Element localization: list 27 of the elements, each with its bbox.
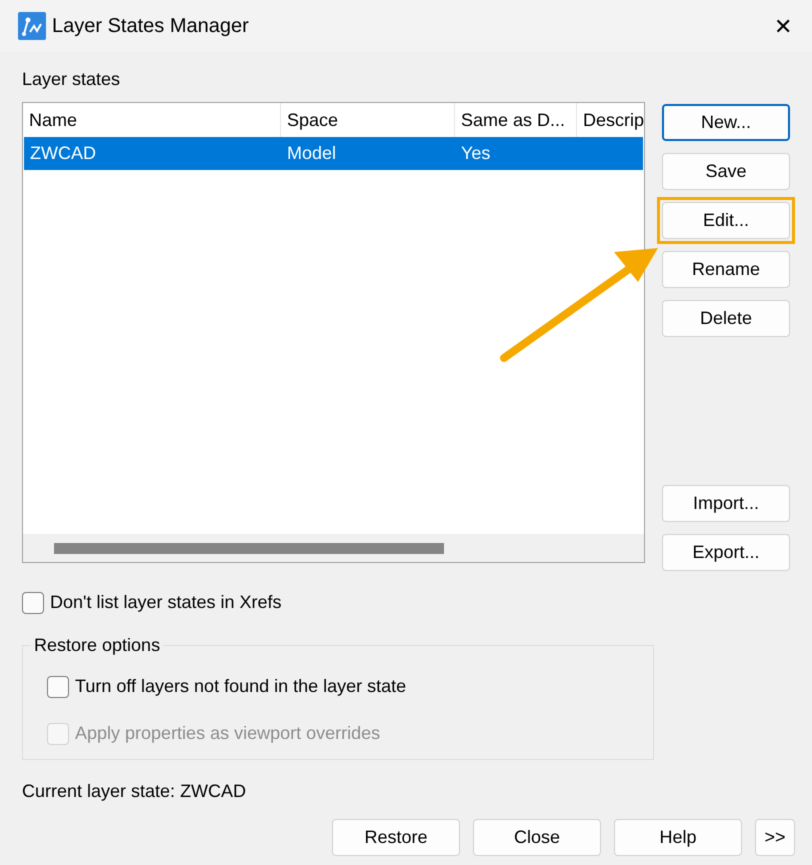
section-label: Layer states <box>22 68 122 91</box>
checkbox-label: Turn off layers not found in the layer state <box>75 675 406 698</box>
checkbox-label: Apply properties as viewport overrides <box>75 722 380 745</box>
list-row[interactable]: ZWCAD Model Yes <box>24 137 643 170</box>
dialog-button[interactable]: Rename <box>662 251 790 288</box>
scrollbar-thumb[interactable] <box>54 542 444 554</box>
dialog-button[interactable]: New... <box>662 104 790 141</box>
dialog-button[interactable]: Restore <box>332 819 460 856</box>
checkbox[interactable] <box>22 592 44 614</box>
close-button[interactable]: ✕ <box>774 10 792 42</box>
app-icon <box>18 12 46 40</box>
current-state-label: Current layer state: ZWCAD <box>22 780 248 803</box>
dialog-button[interactable]: Edit... <box>662 202 790 239</box>
dialog-button[interactable]: Import... <box>662 485 790 522</box>
table-cell: Yes <box>461 143 490 163</box>
dialog-button[interactable]: >> <box>755 819 795 856</box>
checkbox-label: Don't list layer states in Xrefs <box>50 591 282 614</box>
table-cell: ZWCAD <box>30 143 96 163</box>
dialog-button[interactable]: Help <box>614 819 742 856</box>
checkbox[interactable] <box>47 676 69 698</box>
dialog-button[interactable]: Export... <box>662 534 790 571</box>
table-cell: Model <box>287 143 336 163</box>
window-title: Layer States Manager <box>52 14 249 39</box>
dialog-button[interactable]: Delete <box>662 300 790 337</box>
dialog-button[interactable]: Save <box>662 153 790 190</box>
horizontal-scrollbar[interactable] <box>23 534 644 562</box>
dialog-button[interactable]: Close <box>473 819 601 856</box>
